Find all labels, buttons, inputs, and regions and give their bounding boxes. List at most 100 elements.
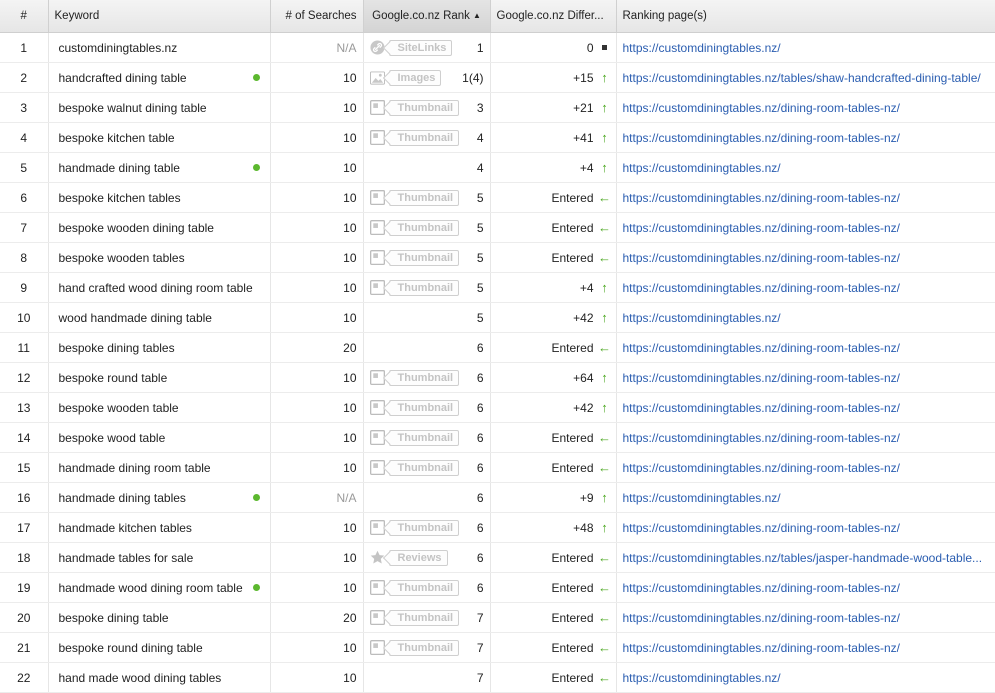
row-number: 12 [0, 362, 49, 393]
searches-cell: 10 [270, 362, 364, 393]
difference-cell: +48 ↑ [490, 512, 617, 543]
rank-value: 6 [476, 340, 484, 355]
table-row-16[interactable]: 16 handmade dining tables N/A 6 +9 ↑ http… [0, 482, 995, 513]
rank-value: 4 [476, 130, 484, 145]
table-row-3[interactable]: 3 bespoke walnut dining table 10 Thumbna… [0, 92, 995, 123]
rank-cell: Thumbnail 3 [363, 92, 491, 123]
table-row-11[interactable]: 11 bespoke dining tables 20 6 Entered ← h… [0, 332, 995, 363]
table-row-7[interactable]: 7 bespoke wooden dining table 10 Thumbna… [0, 212, 995, 243]
ranking-page-link[interactable]: https://customdiningtables.nz/dining-roo… [616, 362, 995, 393]
ranking-page-link[interactable]: https://customdiningtables.nz/dining-roo… [616, 572, 995, 603]
row-number: 7 [0, 212, 49, 243]
table-row-5[interactable]: 5 handmade dining table 10 4 +4 ↑ https:/… [0, 152, 995, 183]
keyword-text: hand crafted wood dining room table [58, 280, 253, 295]
table-row-20[interactable]: 20 bespoke dining table 20 Thumbnail 7 En… [0, 602, 995, 633]
table-row-18[interactable]: 18 handmade tables for sale 10 Reviews 6 … [0, 542, 995, 573]
ranking-page-link[interactable]: https://customdiningtables.nz/dining-roo… [616, 392, 995, 423]
row-number: 22 [0, 662, 49, 693]
table-row-21[interactable]: 21 bespoke round dining table 10 Thumbna… [0, 632, 995, 663]
table-row-17[interactable]: 17 handmade kitchen tables 10 Thumbnail 6… [0, 512, 995, 543]
keyword-text: bespoke round dining table [58, 640, 203, 655]
serp-feature: Thumbnail [370, 519, 460, 536]
keyword-cell: handmade tables for sale [48, 542, 271, 573]
table-row-13[interactable]: 13 bespoke wooden table 10 Thumbnail 6 +4… [0, 392, 995, 423]
ranking-page-link[interactable]: https://customdiningtables.nz/dining-roo… [616, 92, 995, 123]
difference-value: Entered [551, 250, 594, 265]
rank-value: 7 [476, 640, 484, 655]
keyword-text: bespoke round table [58, 370, 168, 385]
keyword-text: bespoke dining table [58, 610, 169, 625]
ranking-page-link[interactable]: https://customdiningtables.nz/ [616, 482, 995, 513]
table-row-6[interactable]: 6 bespoke kitchen tables 10 Thumbnail 5 E… [0, 182, 995, 213]
keyword-cell: hand crafted wood dining room table [48, 272, 271, 303]
keyword-cell: handmade wood dining room table [48, 572, 271, 603]
keyword-text: wood handmade dining table [58, 310, 212, 325]
serp-feature-tag: Thumbnail [388, 279, 460, 296]
table-row-12[interactable]: 12 bespoke round table 10 Thumbnail 6 +64… [0, 362, 995, 393]
table-row-19[interactable]: 19 handmade wood dining room table 10 Th… [0, 572, 995, 603]
row-number: 15 [0, 452, 49, 483]
table-row-15[interactable]: 15 handmade dining room table 10 Thumbna… [0, 452, 995, 483]
difference-value: Entered [551, 220, 594, 235]
row-number: 20 [0, 602, 49, 633]
ranking-page-link[interactable]: https://customdiningtables.nz/dining-roo… [616, 632, 995, 663]
ranking-page-link[interactable]: https://customdiningtables.nz/dining-roo… [616, 422, 995, 453]
column-header-ranking-page[interactable]: Ranking page(s) [616, 0, 995, 33]
row-number: 10 [0, 302, 49, 333]
row-number: 3 [0, 92, 49, 123]
ranking-page-link[interactable]: https://customdiningtables.nz/dining-roo… [616, 272, 995, 303]
difference-cell: +42 ↑ [490, 302, 617, 333]
ranking-page-link[interactable]: https://customdiningtables.nz/ [616, 32, 995, 63]
column-header-number[interactable]: # [0, 0, 49, 33]
table-row-9[interactable]: 9 hand crafted wood dining room table 10… [0, 272, 995, 303]
ranking-page-link[interactable]: https://customdiningtables.nz/dining-roo… [616, 242, 995, 273]
ranking-page-link[interactable]: https://customdiningtables.nz/dining-roo… [616, 452, 995, 483]
keyword-cell: bespoke dining table [48, 602, 271, 633]
searches-cell: 10 [270, 62, 364, 93]
difference-value: Entered [551, 460, 594, 475]
column-header-searches[interactable]: # of Searches [270, 0, 364, 33]
difference-cell: +21 ↑ [490, 92, 617, 123]
ranking-page-link[interactable]: https://customdiningtables.nz/dining-roo… [616, 332, 995, 363]
table-row-14[interactable]: 14 bespoke wood table 10 Thumbnail 6 Ente… [0, 422, 995, 453]
keyword-text: bespoke walnut dining table [58, 100, 207, 115]
ranking-page-link[interactable]: https://customdiningtables.nz/dining-roo… [616, 182, 995, 213]
table-row-2[interactable]: 2 handcrafted dining table 10 Images 1(4)… [0, 62, 995, 93]
rank-value: 5 [476, 250, 484, 265]
serp-feature: Thumbnail [370, 399, 460, 416]
searches-cell: 10 [270, 512, 364, 543]
table-row-8[interactable]: 8 bespoke wooden tables 10 Thumbnail 5 En… [0, 242, 995, 273]
column-header-keyword[interactable]: Keyword [48, 0, 271, 33]
ranking-page-link[interactable]: https://customdiningtables.nz/ [616, 152, 995, 183]
table-row-22[interactable]: 22 hand made wood dining tables 10 7 Ent… [0, 662, 995, 693]
keyword-cell: bespoke wooden tables [48, 242, 271, 273]
rank-cell: Thumbnail 5 [363, 272, 491, 303]
arrow-up-icon: ↑ [601, 490, 608, 505]
serp-feature-tag: Thumbnail [388, 609, 460, 626]
table-row-1[interactable]: 1 customdiningtables.nz N/A SiteLinks 1 0… [0, 32, 995, 63]
ranking-page-link[interactable]: https://customdiningtables.nz/dining-roo… [616, 602, 995, 633]
difference-cell: +41 ↑ [490, 122, 617, 153]
arrow-left-icon: ← [598, 340, 611, 355]
arrow-left-icon: ← [598, 670, 611, 685]
difference-value: +41 [573, 130, 594, 145]
ranking-page-link[interactable]: https://customdiningtables.nz/ [616, 302, 995, 333]
column-header-rank[interactable]: Google.co.nz Rank ▲ [363, 0, 491, 33]
ranking-page-link[interactable]: https://customdiningtables.nz/tables/sha… [616, 62, 995, 93]
table-row-10[interactable]: 10 wood handmade dining table 10 5 +42 ↑ … [0, 302, 995, 333]
ranking-page-link[interactable]: https://customdiningtables.nz/tables/jas… [616, 542, 995, 573]
serp-feature-tag: Thumbnail [388, 99, 460, 116]
keyword-text: customdiningtables.nz [58, 40, 178, 55]
serp-feature: Thumbnail [370, 639, 460, 656]
ranking-page-link[interactable]: https://customdiningtables.nz/dining-roo… [616, 512, 995, 543]
status-dot-icon [252, 584, 260, 591]
column-header-difference[interactable]: Google.co.nz Differ... [490, 0, 617, 33]
rank-value: 6 [476, 580, 484, 595]
ranking-page-link[interactable]: https://customdiningtables.nz/dining-roo… [616, 122, 995, 153]
searches-cell: 10 [270, 572, 364, 603]
ranking-page-link[interactable]: https://customdiningtables.nz/dining-roo… [616, 212, 995, 243]
rank-cell: 4 [363, 152, 491, 183]
rank-cell: Thumbnail 6 [363, 362, 491, 393]
table-row-4[interactable]: 4 bespoke kitchen table 10 Thumbnail 4 +4… [0, 122, 995, 153]
ranking-page-link[interactable]: https://customdiningtables.nz/ [616, 662, 995, 693]
